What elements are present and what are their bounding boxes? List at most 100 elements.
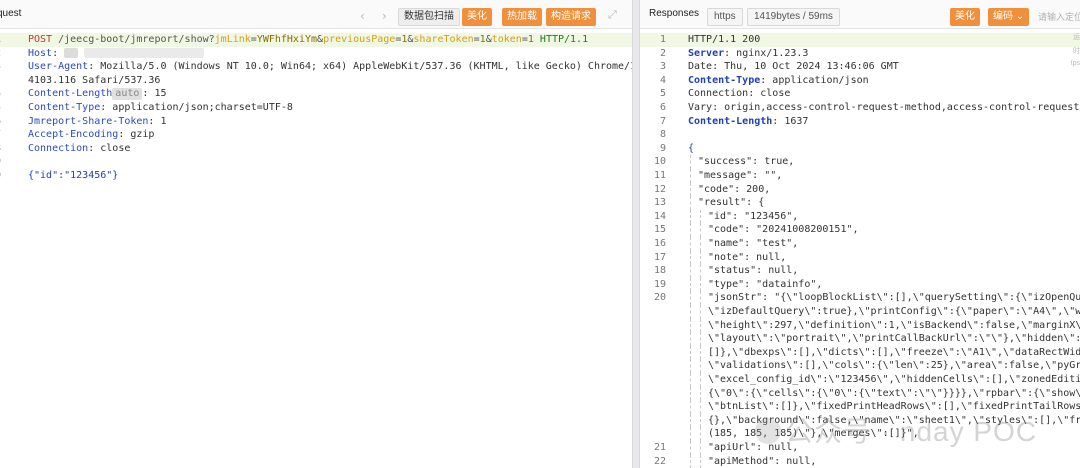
pane-divider[interactable] bbox=[632, 0, 640, 468]
line-number: 6 bbox=[659, 102, 666, 113]
response-line: 13 "result": { bbox=[640, 196, 1080, 210]
response-line: 20 "jsonStr": "{\"loopBlockList\":[],\"qu… bbox=[640, 291, 1080, 305]
indent-guide bbox=[700, 373, 701, 387]
line-number: 19 bbox=[653, 278, 666, 290]
param-name: previousPage bbox=[323, 34, 396, 45]
line-text: "message": "", bbox=[690, 169, 782, 183]
line-number: 17 bbox=[653, 251, 666, 263]
next-arrow-icon[interactable]: › bbox=[382, 9, 387, 23]
header-value: application/json bbox=[772, 74, 869, 86]
line-number: 16 bbox=[653, 238, 666, 249]
packet-scan-button[interactable]: 数据包扫描 bbox=[398, 8, 460, 26]
header-value: 15 bbox=[154, 88, 167, 100]
request-editor[interactable]: 1 POST /jeecg-boot/jmreport/show?jmLink=Y… bbox=[0, 30, 632, 468]
indent-guide bbox=[700, 264, 701, 278]
beautify-button[interactable]: 美化 bbox=[462, 8, 492, 26]
line-number: 9 bbox=[659, 142, 666, 154]
header-value: gzip bbox=[130, 129, 155, 141]
line-text: Connection: close bbox=[688, 87, 790, 101]
response-line: 7 Content-Length: 1637 bbox=[640, 115, 1080, 129]
watermark: 公众号 · nday POC bbox=[755, 410, 1037, 450]
param-value: YWFhfHxiYm bbox=[256, 34, 318, 45]
line-content: "status": null, bbox=[708, 265, 799, 277]
line-text: {"id":"123456"} bbox=[28, 169, 118, 183]
response-line: 19 "type": "datainfo", bbox=[640, 277, 1080, 292]
request-title: quest bbox=[0, 8, 22, 19]
request-line: 4Content-Lengthauto: 15 bbox=[0, 87, 632, 101]
response-line: 18 "status": null, bbox=[640, 264, 1080, 278]
request-line: 4103.116 Safari/537.36 bbox=[0, 74, 632, 88]
indent-guide bbox=[690, 359, 691, 373]
indent-guide bbox=[690, 441, 691, 455]
line-content: \"layout\":\"portrait\",\"printCallBackU… bbox=[708, 333, 1080, 345]
edge-note-2: 时 bbox=[1073, 48, 1080, 55]
response-line: 3 Date: Thu, 10 Oct 2024 13:46:06 GMT bbox=[640, 60, 1080, 74]
line-content: {\"0\":{\"cells\":{\"0\":{\"text\":\"\"}… bbox=[708, 387, 1080, 399]
locate-search-input[interactable] bbox=[1038, 9, 1080, 25]
construct-request-button[interactable]: 构造请求 bbox=[546, 8, 596, 26]
header-key: Content-Type bbox=[28, 102, 101, 113]
line-text: \"layout\":\"portrait\",\"printCallBackU… bbox=[690, 332, 1080, 346]
header-key: Vary bbox=[688, 102, 713, 113]
line-text: Vary: origin,access-control-request-meth… bbox=[688, 101, 1080, 115]
indent-guide bbox=[700, 250, 701, 265]
header-sep: : bbox=[88, 142, 101, 154]
line-text: { bbox=[688, 142, 694, 156]
line-content: "note": null, bbox=[708, 251, 787, 263]
line-text: POST /jeecg-boot/jmreport/show?jmLink=YW… bbox=[28, 33, 588, 47]
line-number: 22 bbox=[653, 455, 666, 467]
line-text: Content-Length auto: 15 bbox=[28, 87, 166, 101]
indent-guide bbox=[700, 237, 701, 251]
request-line: 6Jmreport-Share-Token: 1 bbox=[0, 115, 632, 129]
response-viewer[interactable]: 1 HTTP/1.1 200 2 Server: nginx/1.23.3 3 Date:… bbox=[640, 30, 1080, 468]
header-sep: : bbox=[712, 102, 725, 113]
header-key: Content-Length bbox=[688, 115, 773, 127]
hot-load-button[interactable]: 热加载 bbox=[502, 8, 542, 26]
line-number: 5 bbox=[659, 88, 666, 100]
header-sep: : bbox=[724, 47, 737, 59]
line-content: "apiMethod": null, bbox=[708, 455, 817, 467]
masked-ip-block bbox=[64, 47, 79, 58]
line-content: "code": 200, bbox=[698, 183, 771, 195]
header-sep: : bbox=[88, 61, 101, 73]
response-line: \"excel_config_id\":\"123456\",\"hiddenC… bbox=[640, 373, 1080, 387]
response-line: {\"0\":{\"cells\":{\"0\":{\"text\":\"\"}… bbox=[640, 386, 1080, 401]
header-key: Connection bbox=[688, 88, 749, 100]
response-line: []},\"dbexps\":[],\"dicts\":[],\"freeze\… bbox=[640, 345, 1080, 360]
encoding-dropdown[interactable]: 编码 ⌄ bbox=[988, 8, 1030, 26]
indent-guide bbox=[690, 196, 691, 210]
line-content: \"izDefaultQuery\":true},\"printConfig\"… bbox=[708, 306, 1080, 317]
line-text: Content-Length: 1637 bbox=[688, 115, 808, 129]
request-body: {"id":"123456"} bbox=[28, 170, 119, 181]
line-text: Host: bbox=[28, 47, 205, 61]
indent-guide bbox=[700, 318, 701, 333]
auto-tag: auto bbox=[112, 88, 143, 101]
response-line: 6 Vary: origin,access-control-request-met… bbox=[640, 101, 1080, 115]
response-line: \"validations\":[],\"cols\":{\"len\":25}… bbox=[640, 359, 1080, 373]
header-key: Server bbox=[688, 47, 725, 59]
response-line: 9{ bbox=[640, 142, 1080, 156]
response-line: 10 "success": true, bbox=[640, 155, 1080, 169]
expand-icon[interactable]: ⤢ bbox=[608, 8, 617, 22]
line-number: 13 bbox=[653, 197, 666, 209]
line-text: []},\"dbexps\":[],\"dicts\":[],\"freeze\… bbox=[690, 345, 1080, 360]
request-path: /jeecg-boot/jmreport/show? bbox=[52, 34, 215, 45]
indent-guide bbox=[690, 386, 691, 401]
line-content: "name": "test", bbox=[708, 238, 799, 249]
indent-guide bbox=[690, 250, 691, 265]
line-number: 2 bbox=[659, 47, 666, 59]
indent-guide bbox=[700, 345, 701, 360]
indent-guide bbox=[700, 413, 701, 428]
line-content: { bbox=[688, 142, 695, 154]
prev-arrow-icon[interactable]: ‹ bbox=[360, 9, 365, 23]
edge-note-3: tps bbox=[1070, 60, 1080, 67]
request-header: quest ‹ › 数据包扫描 美化 热加载 构造请求 ⤢ bbox=[0, 0, 632, 29]
line-text: Content-Type: application/json;charset=U… bbox=[28, 101, 293, 115]
line-content: []},\"dbexps\":[],\"dicts\":[],\"freeze\… bbox=[708, 346, 1080, 358]
indent-guide bbox=[690, 277, 691, 292]
response-line: 12 "code": 200, bbox=[640, 182, 1080, 197]
response-beautify-button[interactable]: 美化 bbox=[950, 8, 980, 26]
request-line: 9 bbox=[0, 155, 632, 169]
header-key: Host bbox=[28, 47, 53, 59]
line-content: HTTP/1.1 200 bbox=[688, 34, 761, 45]
